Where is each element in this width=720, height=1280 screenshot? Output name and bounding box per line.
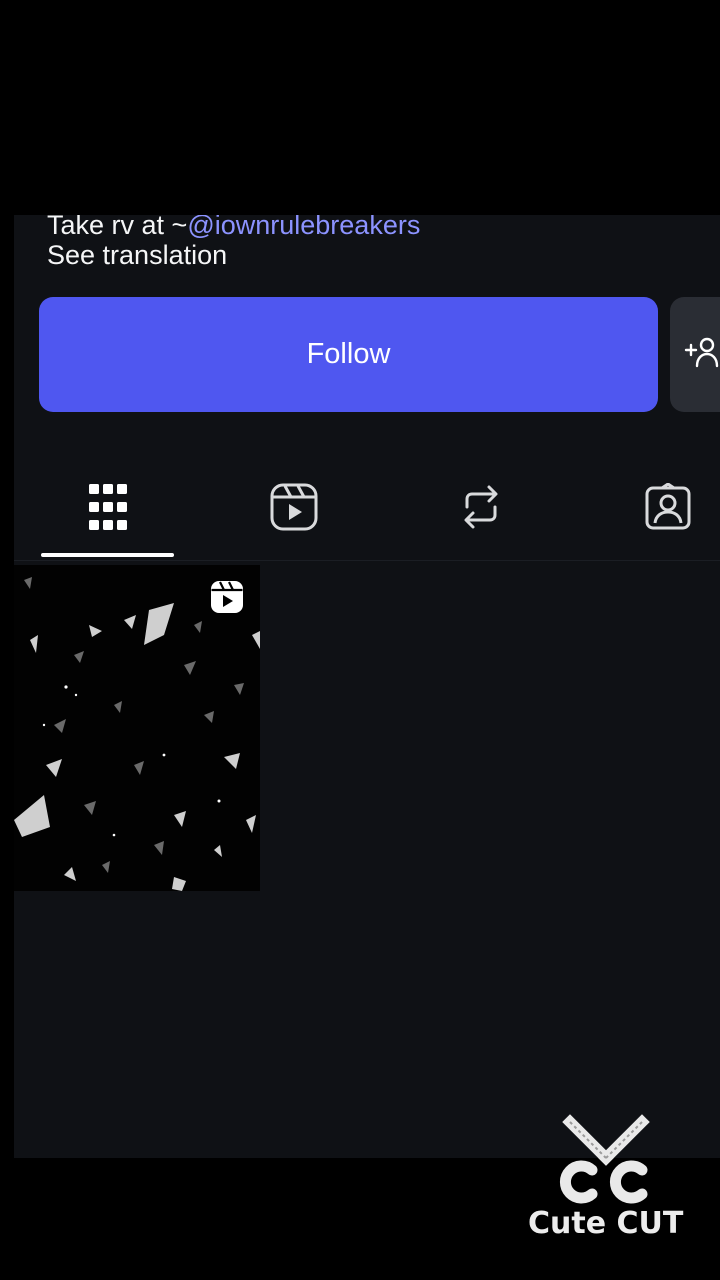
- see-translation-link[interactable]: See translation: [47, 235, 227, 275]
- reel-badge-icon: [210, 580, 244, 614]
- active-tab-indicator: [41, 553, 174, 557]
- follow-button[interactable]: Follow: [39, 297, 658, 412]
- grid-post-thumbnail[interactable]: [14, 565, 260, 891]
- tab-tagged[interactable]: [638, 479, 698, 539]
- add-person-icon: [684, 336, 720, 373]
- profile-tabs: [14, 465, 720, 561]
- tab-reels[interactable]: [264, 479, 324, 539]
- profile-screen: Take rv at ~@iownrulebreakers See transl…: [14, 215, 720, 1158]
- tab-posts[interactable]: [78, 479, 138, 539]
- scissors-logo-icon: [559, 1114, 650, 1204]
- suggested-accounts-button[interactable]: [670, 297, 720, 412]
- tagged-person-icon: [644, 482, 692, 536]
- grid-icon: [88, 483, 128, 536]
- tab-reposts[interactable]: [451, 479, 511, 539]
- cute-cut-watermark: Cute CUT: [520, 1110, 700, 1250]
- watermark-text: Cute CUT: [528, 1206, 684, 1241]
- repost-icon: [459, 483, 503, 536]
- reels-icon: [270, 483, 318, 536]
